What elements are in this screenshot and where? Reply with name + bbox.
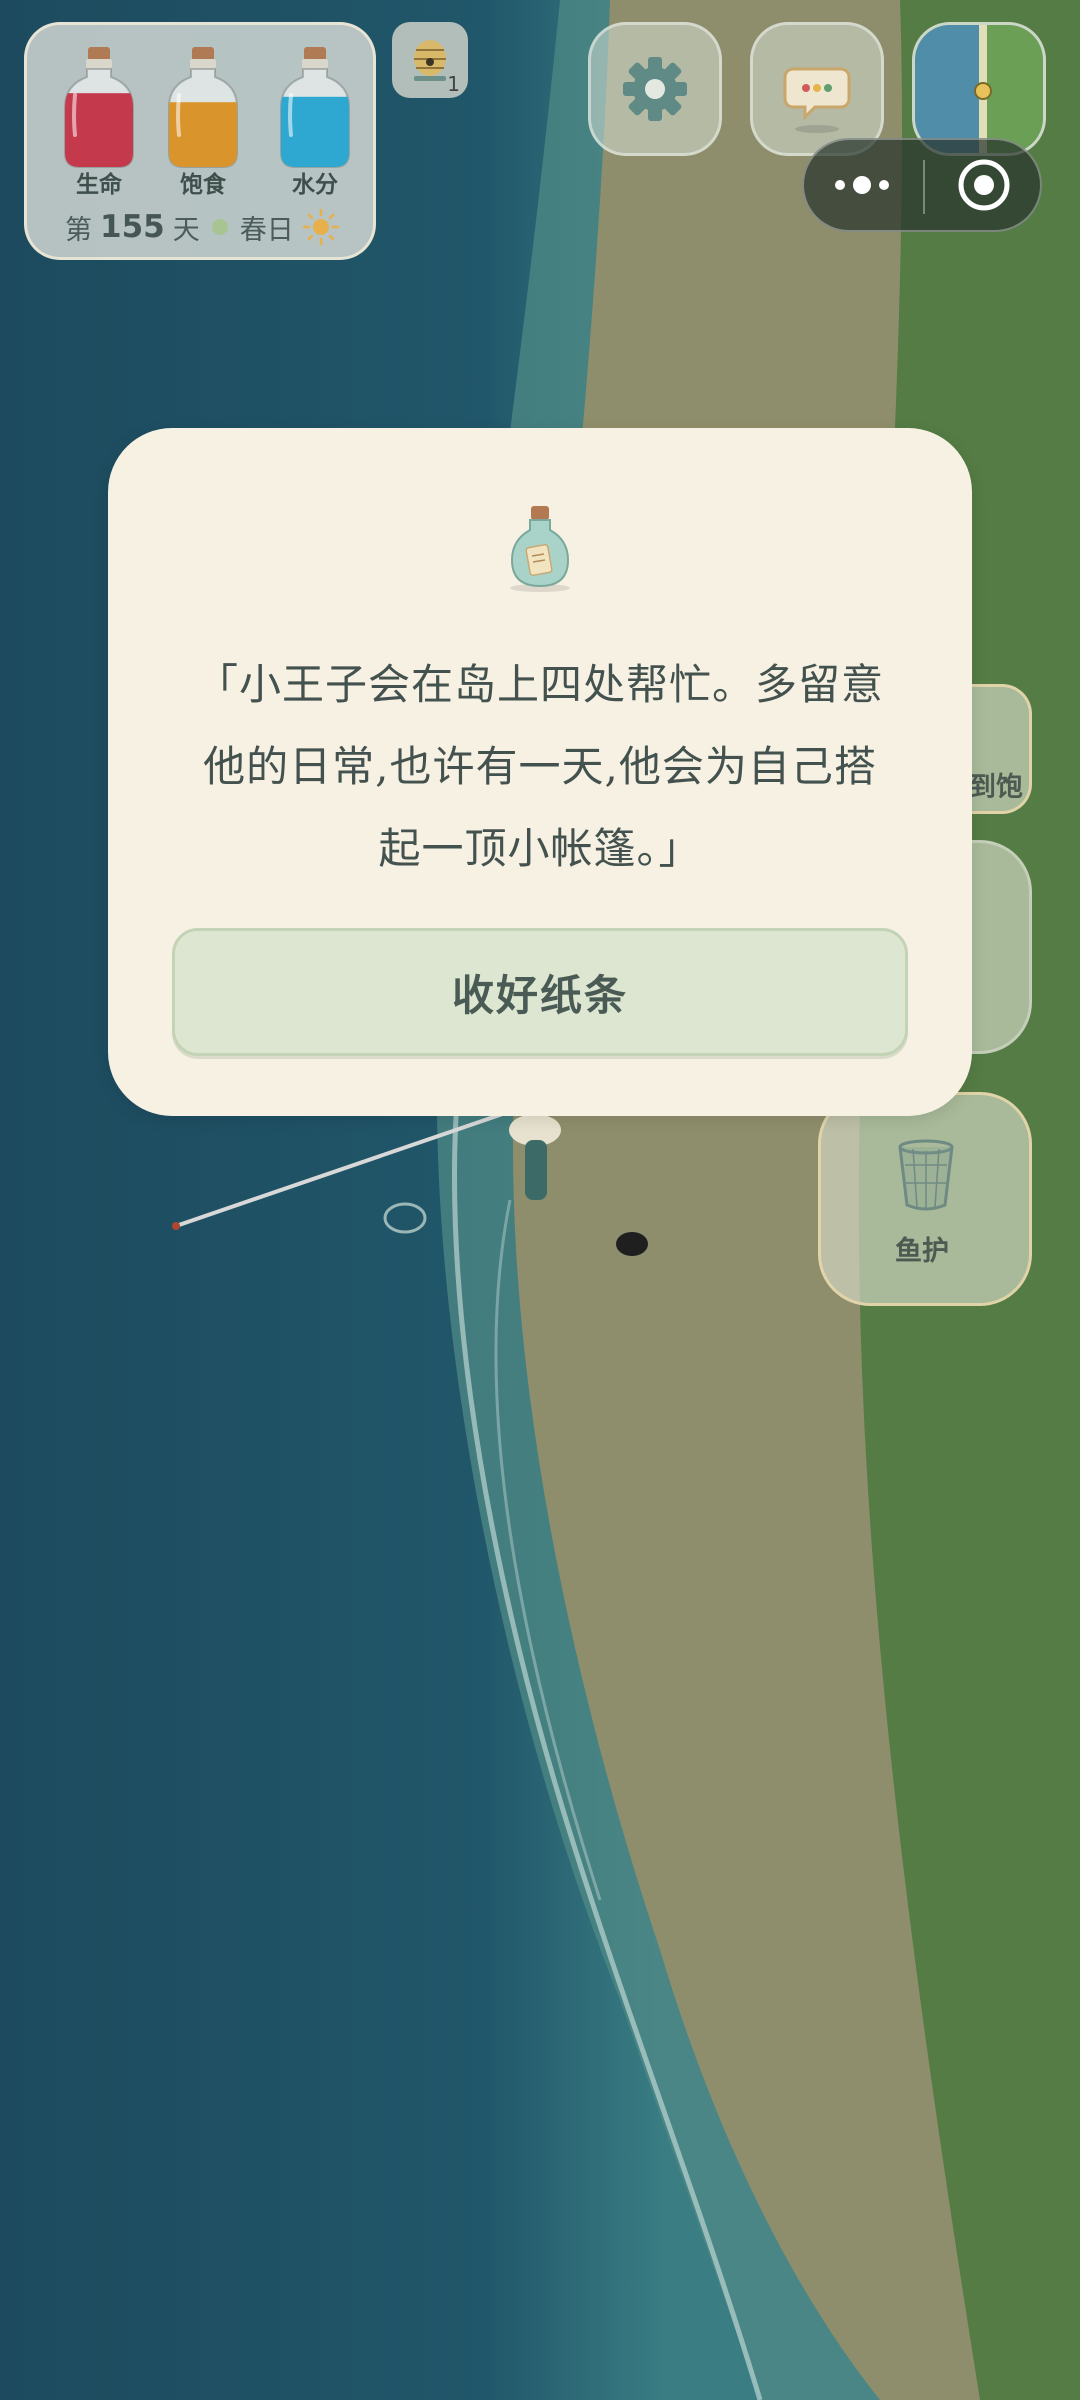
minimap-icon (915, 25, 1043, 153)
message-bottle-dialog: 「小王子会在岛上四处帮忙。多留意 他的日常,也许有一天,他会为自己搭 起一顶小帐… (108, 428, 972, 1116)
chat-bubble-icon (783, 67, 851, 133)
day-suffix: 天 (172, 214, 200, 246)
water-bottle-icon (279, 43, 351, 183)
side-button-top-label: 到饱 (969, 772, 1023, 803)
beehive-count: 1 (447, 72, 460, 96)
settings-button[interactable] (588, 22, 722, 156)
day-indicator: 第 155 天 春日 (65, 207, 340, 247)
hunger-bottle-icon (167, 43, 239, 183)
dialog-message-line-2: 他的日常,也许有一天,他会为自己搭 (203, 742, 877, 791)
more-dots-icon[interactable] (804, 140, 923, 230)
target-circle-icon[interactable] (925, 140, 1044, 230)
hunger-bottle-graphic (168, 47, 238, 168)
chat-button[interactable] (750, 22, 884, 156)
dialog-message-line-3: 起一顶小帐篷。」 (378, 824, 702, 873)
season-dot-icon (211, 219, 228, 235)
water-label: 水分 (292, 172, 338, 198)
status-panel: 生命 饱食 水分 第 155 天 春日 (24, 22, 376, 260)
gear-icon (623, 57, 687, 121)
beehive-button[interactable]: 1 (392, 22, 468, 98)
fish-net-basket-icon (898, 1139, 954, 1211)
fish-protect-label: 鱼护 (895, 1236, 949, 1267)
dialog-message-line-1: 「小王子会在岛上四处帮忙。多留意 (195, 660, 884, 709)
minimap-button[interactable] (912, 22, 1046, 156)
keep-note-button[interactable]: 收好纸条 (172, 928, 908, 1056)
dialog-message: 「小王子会在岛上四处帮忙。多留意 他的日常,也许有一天,他会为自己搭 起一顶小帐… (178, 644, 902, 890)
day-number: 155 (100, 209, 165, 245)
health-label: 生命 (76, 172, 122, 198)
health-bottle-graphic (64, 47, 134, 168)
miniprogram-capsule (802, 138, 1042, 232)
hunger-label: 饱食 (180, 172, 226, 198)
water-bottle-graphic (280, 47, 350, 168)
health-bottle-icon (63, 43, 135, 183)
season-label: 春日 (239, 214, 294, 246)
message-bottle-icon (510, 506, 570, 592)
fish-protect-button[interactable]: 鱼护 (818, 1092, 1032, 1306)
day-prefix: 第 (65, 214, 92, 246)
sun-icon (302, 208, 339, 246)
